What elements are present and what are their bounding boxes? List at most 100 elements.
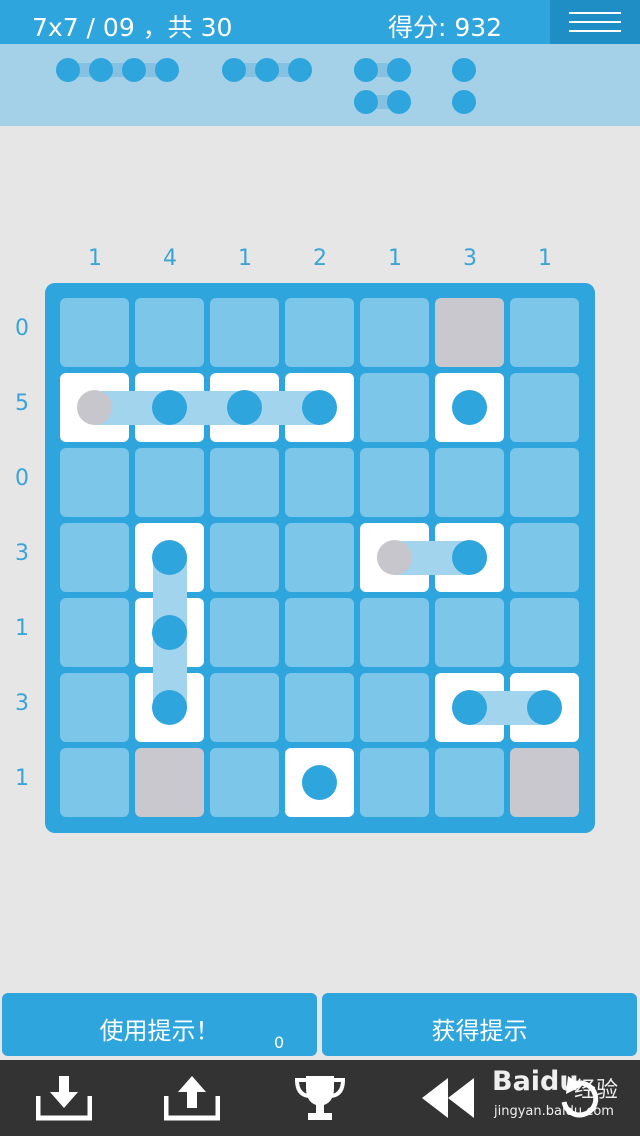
score-display: 得分: 932 <box>388 13 503 42</box>
empty-cell[interactable] <box>360 673 429 742</box>
download-icon[interactable] <box>35 1074 93 1122</box>
empty-cell[interactable] <box>285 523 354 592</box>
watermark: Baidu 经验 jingyan.baidu.com <box>490 1066 640 1132</box>
pending-ship-dot <box>77 390 112 425</box>
watermark-site: jingyan.baidu.com <box>494 1104 614 1119</box>
trophy-icon[interactable] <box>292 1074 348 1122</box>
water-cell[interactable] <box>135 748 204 817</box>
fleet-legend <box>0 44 640 126</box>
row-clue: 0 <box>15 316 29 341</box>
rewind-icon[interactable] <box>420 1074 476 1122</box>
empty-cell[interactable] <box>360 598 429 667</box>
fleet-ship-4 <box>56 58 179 82</box>
ship-segment <box>122 58 146 82</box>
empty-cell[interactable] <box>360 298 429 367</box>
empty-cell[interactable] <box>435 448 504 517</box>
row-clue: 3 <box>15 541 29 566</box>
ship-dot <box>452 540 487 575</box>
empty-cell[interactable] <box>510 298 579 367</box>
empty-cell[interactable] <box>510 523 579 592</box>
empty-cell[interactable] <box>135 448 204 517</box>
ship-dot <box>302 765 337 800</box>
empty-cell[interactable] <box>285 673 354 742</box>
ship-segment <box>89 58 113 82</box>
water-cell[interactable] <box>435 298 504 367</box>
empty-cell[interactable] <box>60 748 129 817</box>
empty-cell[interactable] <box>60 598 129 667</box>
menu-button[interactable] <box>550 0 640 44</box>
empty-cell[interactable] <box>435 598 504 667</box>
watermark-brand: Baidu <box>492 1066 579 1097</box>
empty-cell[interactable] <box>60 298 129 367</box>
empty-cell[interactable] <box>60 448 129 517</box>
get-hint-label: 获得提示 <box>431 1017 528 1045</box>
empty-cell[interactable] <box>210 748 279 817</box>
ship-dot <box>227 390 262 425</box>
fleet-ship-2 <box>354 58 411 82</box>
empty-cell[interactable] <box>210 448 279 517</box>
level-indicator: 7x7 / 09 ，共 30 <box>32 13 233 42</box>
ship-segment <box>255 58 279 82</box>
empty-cell[interactable] <box>360 748 429 817</box>
row-clue: 1 <box>15 766 29 791</box>
column-clue: 1 <box>538 246 552 271</box>
ship-dot <box>527 690 562 725</box>
column-clue: 1 <box>88 246 102 271</box>
pending-ship-dot <box>377 540 412 575</box>
empty-cell[interactable] <box>135 298 204 367</box>
row-clue: 5 <box>15 391 29 416</box>
empty-cell[interactable] <box>210 673 279 742</box>
ship-dot <box>152 540 187 575</box>
row-clue: 1 <box>15 616 29 641</box>
empty-cell[interactable] <box>510 373 579 442</box>
ship-segment <box>222 58 246 82</box>
ship-segment <box>452 90 476 114</box>
ship-segment <box>354 58 378 82</box>
column-clue: 1 <box>238 246 252 271</box>
ship-segment <box>155 58 179 82</box>
puzzle-board <box>45 283 595 833</box>
fleet-ship-3 <box>222 58 312 82</box>
fleet-ship-1 <box>452 58 476 82</box>
ship-segment <box>387 90 411 114</box>
ship-dot <box>452 690 487 725</box>
upload-icon[interactable] <box>163 1074 221 1122</box>
column-clue: 2 <box>313 246 327 271</box>
empty-cell[interactable] <box>435 748 504 817</box>
empty-cell[interactable] <box>210 523 279 592</box>
empty-cell[interactable] <box>285 448 354 517</box>
column-clue: 1 <box>388 246 402 271</box>
use-hint-label: 使用提示！ <box>99 1017 220 1045</box>
use-hint-button[interactable]: 使用提示！ 0 <box>2 993 317 1056</box>
empty-cell[interactable] <box>510 448 579 517</box>
row-clue: 3 <box>15 691 29 716</box>
empty-cell[interactable] <box>510 598 579 667</box>
column-clue: 4 <box>163 246 177 271</box>
empty-cell[interactable] <box>360 448 429 517</box>
ship-dot <box>152 390 187 425</box>
empty-cell[interactable] <box>285 298 354 367</box>
fleet-ship-2 <box>354 90 411 114</box>
ship-segment <box>387 58 411 82</box>
fleet-ship-1 <box>452 90 476 114</box>
ship-dot <box>302 390 337 425</box>
empty-cell[interactable] <box>210 298 279 367</box>
watermark-brand-cn: 经验 <box>574 1078 619 1103</box>
ship-link <box>94 390 320 425</box>
ship-dot <box>452 390 487 425</box>
hint-count: 0 <box>274 1033 285 1052</box>
row-clue: 0 <box>15 466 29 491</box>
empty-cell[interactable] <box>285 598 354 667</box>
column-clue: 3 <box>463 246 477 271</box>
empty-cell[interactable] <box>60 523 129 592</box>
hamburger-icon <box>569 12 621 14</box>
empty-cell[interactable] <box>360 373 429 442</box>
water-cell[interactable] <box>510 748 579 817</box>
ship-dot <box>152 690 187 725</box>
ship-segment <box>452 58 476 82</box>
top-bar: 7x7 / 09 ，共 30 得分: 932 <box>0 0 640 44</box>
get-hint-button[interactable]: 获得提示 <box>322 993 637 1056</box>
ship-segment <box>354 90 378 114</box>
empty-cell[interactable] <box>60 673 129 742</box>
empty-cell[interactable] <box>210 598 279 667</box>
